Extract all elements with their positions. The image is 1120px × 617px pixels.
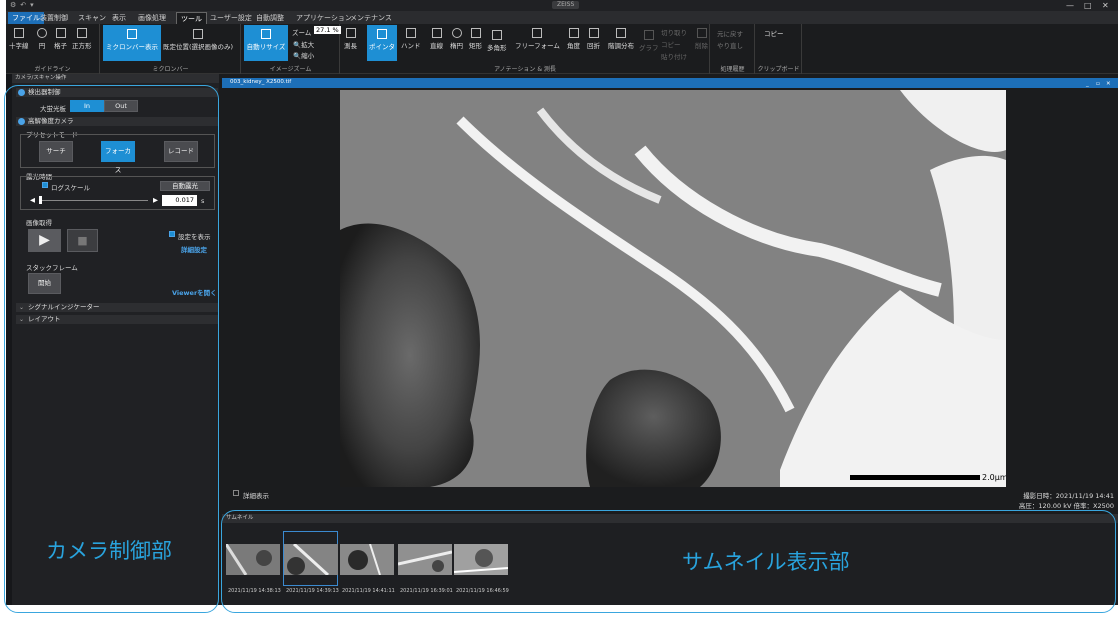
crosshair-button[interactable]: 十字線 <box>9 28 29 50</box>
micron-bar-show-button[interactable]: ミクロンバー表示 <box>103 25 161 61</box>
delete-icon <box>696 28 707 38</box>
default-position-button[interactable]: 既定位置(選択画像のみ) <box>163 29 233 51</box>
crosshair-icon <box>13 28 24 38</box>
document-tab[interactable]: 003_kidney_ X2500.tif _ ▫ ✕ <box>222 78 1118 88</box>
tab-device-control[interactable]: 装置制御 <box>36 12 72 24</box>
histogram-icon <box>616 28 626 38</box>
auto-resize-icon <box>261 29 271 39</box>
tab-maintenance[interactable]: メンテナンス <box>346 12 396 24</box>
history-group: 元に戻す やり直し 処理履歴 <box>711 24 755 74</box>
micrograph-image[interactable]: 2.0μm <box>340 90 1006 487</box>
circle-icon <box>37 28 47 38</box>
zoom-out-button[interactable]: 🔍縮小 <box>293 50 314 60</box>
annotation-group: 測長 ポインタ ハンド 直線 楕円 矩形 多角形 フリーフォーム 角度 回折 階… <box>341 24 710 74</box>
image-display-area: 2.0μm 詳細表示 撮影日時：2021/11/19 14:41 高圧：120.… <box>222 88 1118 512</box>
micron-bar-group: ミクロンバー表示 既定位置(選択画像のみ) ミクロンバー <box>101 24 241 74</box>
angle-button[interactable]: 角度 <box>567 28 580 50</box>
line-button[interactable]: 直線 <box>430 28 443 50</box>
position-icon <box>193 29 204 39</box>
micron-bar-icon <box>127 29 137 39</box>
tab-user-settings[interactable]: ユーザー設定 <box>206 12 256 24</box>
gradation-button[interactable]: 階調分布 <box>608 28 634 50</box>
square-button[interactable]: 正方形 <box>72 28 92 50</box>
cut-button[interactable]: 切り取り <box>661 27 687 37</box>
polygon-button[interactable]: 多角形 <box>487 30 507 52</box>
capture-datetime: 撮影日時：2021/11/19 14:41 <box>1023 492 1114 500</box>
tab-scan[interactable]: スキャン <box>74 12 110 24</box>
thumbnail-callout-frame <box>221 510 1116 613</box>
clipboard-copy-button[interactable]: コピー <box>764 28 784 38</box>
title-bar: ⚙↶▾ ZEISS — □ ✕ <box>6 0 1118 11</box>
minimize-button[interactable]: — <box>1066 0 1074 11</box>
close-button[interactable]: ✕ <box>1102 0 1109 11</box>
ellipse-icon <box>451 28 462 38</box>
ellipse-button[interactable]: 楕円 <box>450 28 463 50</box>
diffraction-icon <box>588 28 599 38</box>
delete-button[interactable]: 削除 <box>695 28 708 50</box>
quick-access-icons[interactable]: ⚙↶▾ <box>10 1 38 9</box>
redo-button[interactable]: やり直し <box>717 40 743 50</box>
detail-display-checkbox[interactable] <box>233 490 239 496</box>
history-group-label: 処理履歴 <box>720 66 745 73</box>
image-zoom-group: 自動リサイズ ズーム 27.1 % 🔍拡大 🔍縮小 イメージズーム <box>242 24 341 74</box>
copy-button[interactable]: コピー <box>661 39 681 49</box>
detail-display-label: 詳細表示 <box>243 492 269 500</box>
tem-micrograph: 2.0μm <box>340 90 1006 487</box>
camera-control-callout-frame <box>4 85 219 613</box>
micron-bar-group-label: ミクロンバー <box>152 66 189 73</box>
ribbon-toolbar: 十字線 円 格子 正方形 ガイドライン ミクロンバー表示 既定位置(選択画像のみ… <box>6 24 1118 74</box>
freeform-button[interactable]: フリーフォーム <box>515 28 560 50</box>
scale-bar-label: 2.0μm <box>982 473 1006 482</box>
clipboard-group-label: クリップボード <box>757 66 800 73</box>
clipboard-group: コピー クリップボード <box>756 24 802 74</box>
thumbnail-callout-label: サムネイル表示部 <box>682 550 850 574</box>
grid-icon <box>55 28 66 38</box>
rectangle-button[interactable]: 矩形 <box>469 28 482 50</box>
menu-tab-bar: ファイル 装置制御 スキャン 表示 画像処理 ツール ユーザー設定 自動調整 ア… <box>6 11 1118 24</box>
diffraction-button[interactable]: 回折 <box>587 28 600 50</box>
graph-button[interactable]: グラフ <box>639 30 659 52</box>
polygon-icon <box>491 30 502 40</box>
maximize-button[interactable]: □ <box>1084 0 1092 11</box>
ruler-icon <box>345 28 356 38</box>
grid-button[interactable]: 格子 <box>54 28 67 50</box>
guideline-group: 十字線 円 格子 正方形 ガイドライン <box>6 24 100 74</box>
zoom-in-button[interactable]: 🔍拡大 <box>293 39 314 49</box>
pointer-icon <box>377 29 387 39</box>
angle-icon <box>568 28 579 38</box>
paste-button[interactable]: 貼り付け <box>661 51 687 61</box>
window-title: ZEISS <box>552 1 580 9</box>
auto-resize-button[interactable]: 自動リサイズ <box>244 25 288 61</box>
tab-view[interactable]: 表示 <box>108 12 130 24</box>
image-zoom-group-label: イメージズーム <box>269 66 312 73</box>
zoom-value-field[interactable]: 27.1 % <box>314 26 341 34</box>
freeform-icon <box>532 28 543 38</box>
circle-button[interactable]: 円 <box>37 28 47 50</box>
hand-button[interactable]: ハンド <box>401 28 421 50</box>
pointer-button[interactable]: ポインタ <box>367 25 397 61</box>
hv-magnification: 高圧：120.00 kV 倍率：X2500 <box>1018 502 1114 510</box>
measure-button[interactable]: 測長 <box>344 28 357 50</box>
tab-auto-adjust[interactable]: 自動調整 <box>252 12 288 24</box>
rectangle-icon <box>470 28 481 38</box>
undo-button[interactable]: 元に戻す <box>717 28 743 38</box>
panel-header: カメラ/スキャン操作 <box>12 74 219 83</box>
zoom-label: ズーム <box>292 29 312 37</box>
tab-tools[interactable]: ツール <box>176 12 207 24</box>
camera-control-callout-label: カメラ制御部 <box>46 539 172 563</box>
hand-icon <box>405 28 416 38</box>
guideline-group-label: ガイドライン <box>34 66 71 73</box>
annotation-group-label: アノテーション & 測長 <box>494 66 556 73</box>
tab-image-processing[interactable]: 画像処理 <box>134 12 170 24</box>
line-icon <box>431 28 442 38</box>
document-title: 003_kidney_ X2500.tif <box>230 79 292 85</box>
square-icon <box>76 28 87 38</box>
graph-icon <box>643 30 654 40</box>
